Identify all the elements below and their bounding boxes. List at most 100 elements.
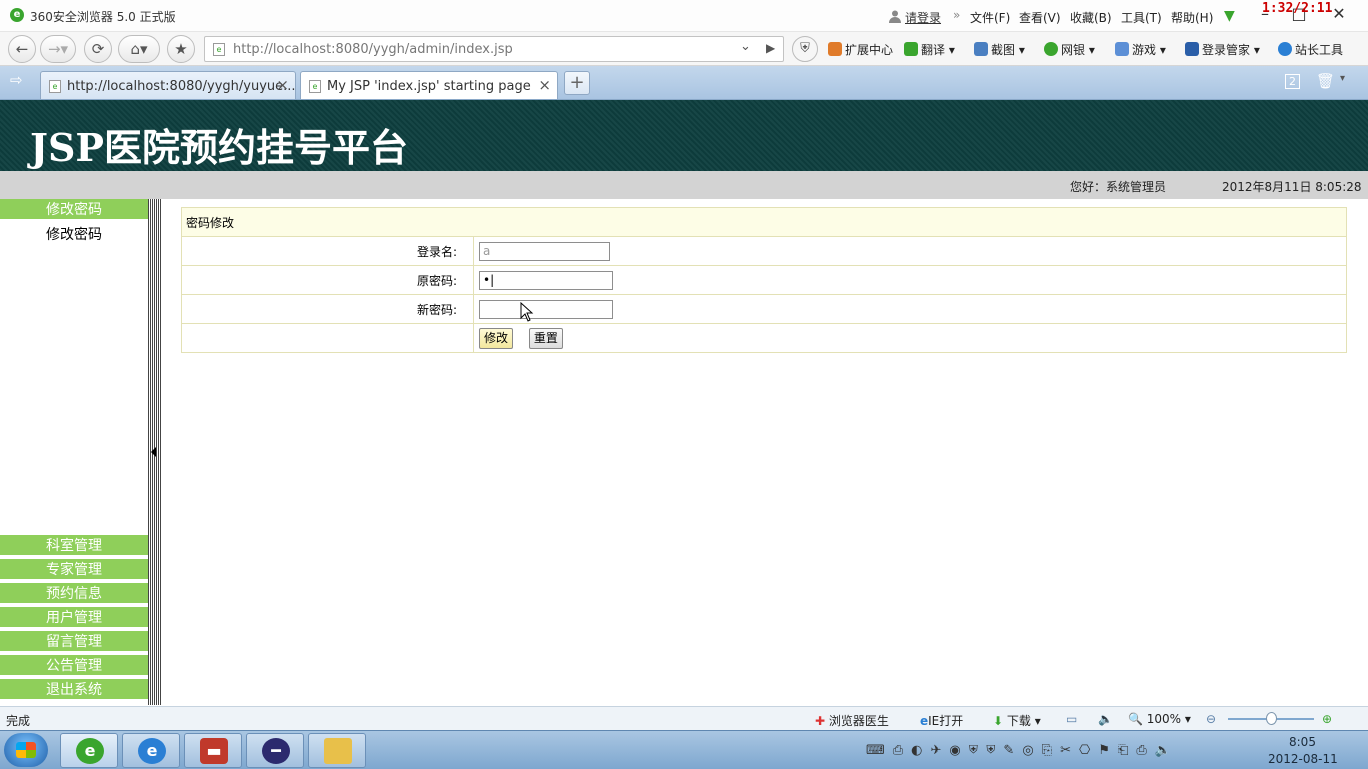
tab-close-icon[interactable]: ×: [276, 76, 289, 94]
frame-splitter[interactable]: [148, 199, 162, 705]
address-dropdown-icon[interactable]: ⌄: [740, 39, 751, 54]
zoom-magnifier-icon: 🔍: [1128, 712, 1143, 726]
toolbar-translate[interactable]: 翻译 ▾: [904, 41, 955, 58]
form-title: 密码修改: [181, 207, 1347, 237]
folder-icon: [324, 738, 352, 764]
go-arrow-icon[interactable]: ▶: [766, 41, 775, 55]
menu-tools[interactable]: 工具(T): [1121, 9, 1162, 26]
toolbox-icon: ▬: [200, 738, 228, 764]
menu-head-password[interactable]: 修改密码: [0, 199, 148, 221]
login-name-field[interactable]: a: [479, 241, 610, 261]
page-icon: e: [213, 43, 225, 56]
volume-icon[interactable]: 🔈: [1098, 712, 1113, 726]
forward-arrow-icon[interactable]: →▾: [40, 35, 76, 63]
ie-icon: e: [920, 714, 929, 728]
browser-logo-icon: e: [10, 8, 24, 22]
toolbar-extensions[interactable]: 扩展中心: [828, 41, 893, 58]
taskbar-explorer[interactable]: [308, 733, 366, 768]
taskbar-eclipse[interactable]: ━: [246, 733, 304, 768]
window-icon[interactable]: ▭: [1066, 712, 1077, 726]
taskbar-clock-time[interactable]: 8:05: [1289, 735, 1316, 749]
menu-item-notices[interactable]: 公告管理: [0, 655, 148, 677]
menu-help[interactable]: 帮助(H): [1171, 9, 1213, 26]
tab-yuyue[interactable]: e http://localhost:8080/yygh/yuyue... ×: [40, 71, 296, 99]
sidebar-toggle-icon[interactable]: ⇨: [10, 71, 23, 89]
trash-icon[interactable]: 🗑: [1316, 72, 1335, 90]
left-menu: 修改密码 修改密码 科室管理 专家管理 预约信息 用户管理 留言管理 公告管理 …: [0, 199, 148, 705]
ebank-icon: [1044, 42, 1058, 56]
home-icon[interactable]: ⌂▾: [118, 35, 160, 63]
zoom-slider-thumb[interactable]: [1266, 712, 1277, 725]
tab-close-icon[interactable]: ×: [538, 76, 551, 94]
status-text: 完成: [6, 714, 31, 728]
double-chevron-icon: »: [953, 8, 961, 22]
new-password-label: 新密码:: [181, 294, 474, 324]
zoom-in-icon[interactable]: ⊕: [1322, 712, 1332, 726]
page-icon: e: [49, 80, 61, 93]
collapse-arrow-icon[interactable]: [151, 447, 156, 457]
taskbar-ie[interactable]: e: [122, 733, 180, 768]
security-shield-icon[interactable]: ⛨: [792, 36, 818, 62]
new-tab-button[interactable]: +: [564, 71, 590, 95]
site-brand: JSP医院预约挂号平台: [30, 125, 408, 170]
key-icon: [1185, 42, 1199, 56]
taskbar-toolbox[interactable]: ▬: [184, 733, 242, 768]
refresh-icon[interactable]: ⟳: [84, 35, 112, 63]
chevron-down-icon[interactable]: ▾: [1340, 73, 1345, 84]
eclipse-icon: ━: [262, 738, 290, 764]
start-button[interactable]: [4, 733, 48, 767]
old-password-field[interactable]: •|: [479, 270, 613, 290]
menu-sub-change-password[interactable]: 修改密码: [46, 224, 102, 244]
submit-button[interactable]: 修改: [479, 327, 514, 349]
video-time-overlay: 1:32/2:11: [1262, 1, 1333, 16]
extensions-icon: [828, 42, 842, 56]
games-icon: [1115, 42, 1129, 56]
new-password-field[interactable]: [479, 299, 613, 319]
menu-item-users[interactable]: 用户管理: [0, 607, 148, 629]
menu-item-appointments[interactable]: 预约信息: [0, 583, 148, 605]
windows-logo-icon: [16, 742, 36, 758]
browser-title-bar: e 360安全浏览器 5.0 正式版 请登录 » 文件(F) 查看(V) 收藏(…: [0, 0, 1368, 32]
menu-view[interactable]: 查看(V): [1019, 9, 1061, 26]
current-datetime: 2012年8月11日 8:05:28: [1222, 180, 1362, 194]
download-button[interactable]: ⬇ 下载 ▾: [993, 712, 1041, 729]
windows-taskbar: e e ▬ ━ ⌨⎙◐✈◉⛨⛨✎◎⎘✂⎔⚑⎗⎙🔈 8:05 2012-08-11: [0, 730, 1368, 769]
toolbar-ebank[interactable]: 网银 ▾: [1044, 41, 1095, 58]
toolbar-games[interactable]: 游戏 ▾: [1115, 41, 1166, 58]
login-link[interactable]: 请登录: [905, 9, 941, 26]
site-banner: JSP医院预约挂号平台: [0, 100, 1368, 171]
menu-item-messages[interactable]: 留言管理: [0, 631, 148, 653]
old-password-label: 原密码:: [181, 265, 474, 295]
status-bar: 完成 ✚ 浏览器医生 eIE打开 ⬇ 下载 ▾ ▭ 🔈 🔍 100% ▾ ⊖ ⊕: [0, 706, 1368, 730]
zoom-control[interactable]: 🔍 100% ▾: [1128, 712, 1191, 726]
menu-file[interactable]: 文件(F): [970, 9, 1010, 26]
browser-doctor[interactable]: ✚ 浏览器医生: [815, 712, 889, 729]
close-window-button[interactable]: ✕: [1330, 5, 1348, 23]
doctor-icon: ✚: [815, 714, 826, 728]
password-form: 密码修改 登录名: a 原密码: •| 新密码: 修改 重置: [181, 207, 1347, 353]
page-icon: e: [309, 80, 321, 93]
toolbar-webmaster-tools[interactable]: 站长工具: [1278, 41, 1343, 58]
system-tray-icons[interactable]: ⌨⎙◐✈◉⛨⛨✎◎⎘✂⎔⚑⎗⎙🔈: [866, 743, 1179, 758]
webmaster-icon: [1278, 42, 1292, 56]
menu-item-logout[interactable]: 退出系统: [0, 679, 148, 701]
tab-index[interactable]: e My JSP 'index.jsp' starting page ×: [300, 71, 558, 99]
skin-shirt-icon[interactable]: ▼: [1224, 8, 1235, 24]
address-input[interactable]: http://localhost:8080/yygh/admin/index.j…: [233, 42, 513, 57]
tab-count-badge[interactable]: 2: [1285, 74, 1300, 89]
toolbar-screenshot[interactable]: 截图 ▾: [974, 41, 1025, 58]
menu-favorites[interactable]: 收藏(B): [1070, 9, 1112, 26]
back-arrow-icon[interactable]: ←: [8, 35, 36, 63]
ie-open[interactable]: eIE打开: [920, 712, 963, 729]
360-browser-icon: e: [76, 738, 104, 764]
address-bar[interactable]: e http://localhost:8080/yygh/admin/index…: [204, 36, 784, 62]
zoom-out-icon[interactable]: ⊖: [1206, 712, 1216, 726]
taskbar-clock-date[interactable]: 2012-08-11: [1268, 752, 1338, 766]
login-name-label: 登录名:: [181, 236, 474, 266]
favorite-star-icon[interactable]: ★: [167, 35, 195, 63]
menu-item-experts[interactable]: 专家管理: [0, 559, 148, 581]
toolbar-login-manager[interactable]: 登录管家 ▾: [1185, 41, 1260, 58]
taskbar-360-browser[interactable]: e: [60, 733, 118, 768]
reset-button[interactable]: 重置: [528, 327, 563, 349]
menu-item-departments[interactable]: 科室管理: [0, 535, 148, 557]
